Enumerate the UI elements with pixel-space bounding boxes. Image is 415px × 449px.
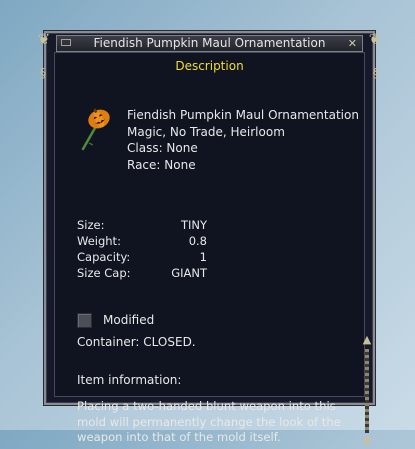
stat-row-capacity: Capacity: 1 bbox=[77, 249, 217, 265]
ornament-side-icon: § bbox=[373, 66, 379, 80]
stat-value: TINY bbox=[180, 218, 207, 232]
stat-label: Size Cap: bbox=[77, 266, 131, 280]
window-minimize-icon[interactable] bbox=[61, 39, 71, 46]
item-description-panel: Description Fiendish Pumpkin Maul Orname… bbox=[54, 52, 371, 448]
modified-checkbox[interactable] bbox=[77, 312, 92, 328]
container-status: Container: CLOSED. bbox=[77, 335, 196, 349]
description-scrollbar[interactable]: ▲ ▼ bbox=[360, 333, 374, 449]
ornament-side-icon: § bbox=[40, 66, 46, 80]
item-class: Class: None bbox=[127, 141, 198, 155]
item-stats: Size: TINY Weight: 0.8 Capacity: 1 Size … bbox=[77, 217, 217, 281]
item-flags: Magic, No Trade, Heirloom bbox=[127, 124, 285, 139]
item-information-text: Placing a two-handed blunt weapon into t… bbox=[77, 399, 341, 444]
stat-value: 0.8 bbox=[188, 234, 207, 248]
stat-row-weight: Weight: 0.8 bbox=[77, 233, 217, 249]
window-titlebar[interactable]: Fiendish Pumpkin Maul Ornamentation ✕ bbox=[56, 35, 363, 52]
stat-value: 1 bbox=[199, 250, 207, 264]
item-name: Fiendish Pumpkin Maul Ornamentation bbox=[127, 108, 359, 122]
scroll-down-icon[interactable]: ▼ bbox=[360, 435, 374, 449]
close-icon[interactable]: ✕ bbox=[348, 36, 357, 51]
stat-value: GIANT bbox=[171, 266, 207, 280]
stat-label: Capacity: bbox=[77, 250, 131, 264]
stat-label: Weight: bbox=[77, 234, 121, 248]
scroll-track[interactable] bbox=[365, 349, 369, 433]
stat-row-size: Size: TINY bbox=[77, 217, 217, 233]
item-header: Fiendish Pumpkin Maul Ornamentation Magi… bbox=[127, 107, 359, 173]
ornament-corner-icon: ❦ bbox=[37, 30, 51, 48]
pumpkin-maul-icon bbox=[81, 108, 110, 151]
ornament-corner-icon: ❦ bbox=[368, 30, 382, 48]
item-information-heading: Item information: bbox=[77, 373, 182, 387]
modified-label: Modified bbox=[103, 313, 155, 327]
scroll-up-icon[interactable]: ▲ bbox=[360, 333, 374, 347]
section-label: Description bbox=[175, 59, 244, 73]
window-title: Fiendish Pumpkin Maul Ornamentation bbox=[93, 36, 326, 50]
stat-row-size-cap: Size Cap: GIANT bbox=[77, 265, 217, 281]
item-display-window: ❦ ❦ § § Fiendish Pumpkin Maul Ornamentat… bbox=[38, 31, 381, 448]
stat-label: Size: bbox=[77, 218, 105, 232]
item-race: Race: None bbox=[127, 157, 196, 172]
modified-toggle[interactable]: Modified bbox=[77, 312, 155, 328]
